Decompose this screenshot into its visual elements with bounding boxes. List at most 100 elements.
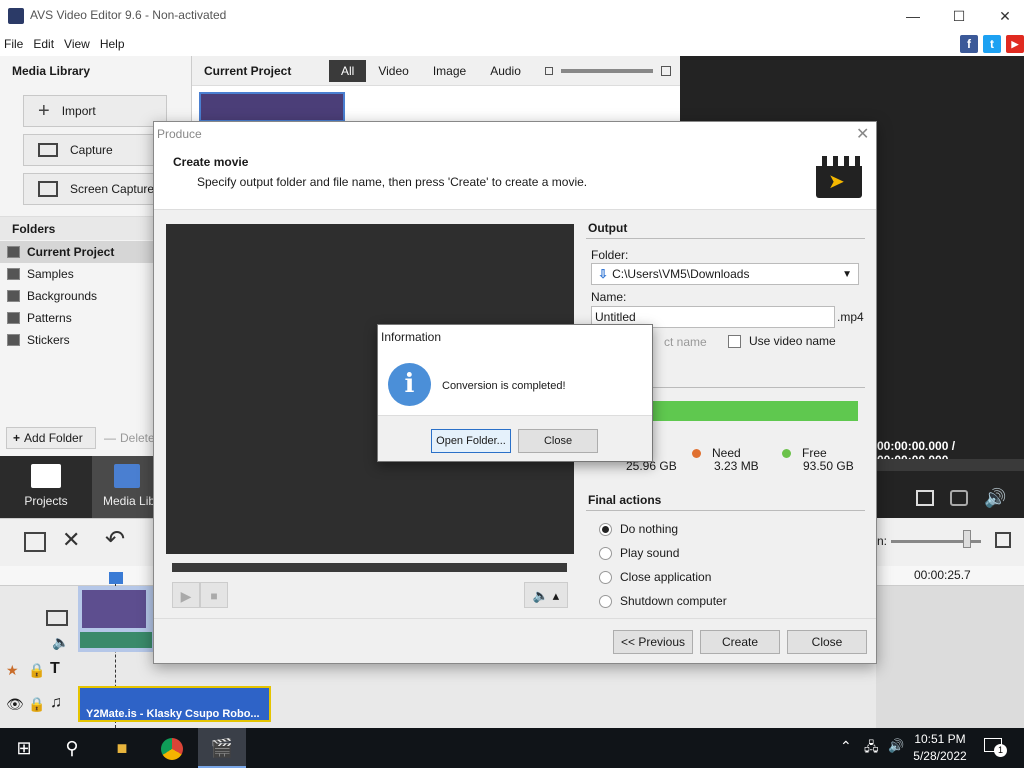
clock[interactable]: 10:51 PM 5/28/2022 <box>910 732 970 763</box>
chevron-up-icon[interactable]: ⌃ <box>840 738 852 755</box>
file-explorer-icon[interactable]: ■ <box>98 728 146 768</box>
delete-icon[interactable]: ✕ <box>62 527 80 553</box>
download-arrow-icon: ⇩ <box>598 267 609 281</box>
app-icon <box>8 8 24 24</box>
camera-icon <box>38 143 58 157</box>
clock-time: 10:51 PM <box>914 732 966 746</box>
screen-capture-button[interactable]: Screen Capture <box>23 173 167 205</box>
player-seek-bar[interactable] <box>877 459 1024 471</box>
minus-icon: — <box>104 431 116 445</box>
thumb-size-slider[interactable] <box>560 68 653 73</box>
volume-tray-icon[interactable]: 🔊 <box>888 738 904 754</box>
notification-badge: 1 <box>994 744 1007 757</box>
open-folder-button[interactable]: Open Folder... <box>431 429 511 453</box>
fit-timeline-icon[interactable] <box>995 532 1011 548</box>
audio-track-clip[interactable]: Y2Mate.is - Klasky Csupo Robo... <box>78 686 271 722</box>
menu-edit[interactable]: Edit <box>33 37 54 51</box>
name-label: Name: <box>591 290 627 304</box>
final-action-play-sound[interactable]: Play sound <box>599 546 679 560</box>
media-library-tab[interactable]: Media Libra <box>92 456 162 518</box>
text-track-icon: T <box>50 660 60 677</box>
zoom-slider-thumb[interactable] <box>963 530 971 548</box>
produce-close-icon[interactable]: ✕ <box>856 124 869 144</box>
media-library-title: Media Library <box>12 64 91 78</box>
network-icon[interactable]: 🖧 <box>864 738 879 760</box>
eye-icon[interactable]: 👁 <box>6 696 24 713</box>
information-dialog: Information i Conversion is completed! O… <box>377 324 653 462</box>
radio[interactable] <box>599 594 612 608</box>
produce-heading: Create movie <box>173 155 249 169</box>
menu-file[interactable]: File <box>4 37 23 51</box>
final-action-do-nothing[interactable]: Do nothing <box>599 522 678 536</box>
film-icon <box>114 464 140 488</box>
avs-video-editor-taskbar-icon[interactable]: 🎬 <box>198 728 246 768</box>
effects-icon[interactable]: ★ <box>6 662 19 679</box>
chevron-down-icon: ▼ <box>842 268 852 280</box>
video-thumbnail[interactable] <box>199 92 345 122</box>
facebook-icon[interactable]: f <box>960 35 978 53</box>
lock-icon[interactable]: 🔒 <box>28 696 45 713</box>
fullscreen-icon[interactable] <box>916 490 934 506</box>
undo-icon[interactable]: ↶ <box>105 525 125 554</box>
start-icon[interactable]: ⊞ <box>0 728 48 768</box>
delete-folder-button[interactable]: — Delete <box>100 427 155 449</box>
filter-tab-audio[interactable]: Audio <box>478 60 533 82</box>
capture-button[interactable]: Capture <box>23 134 167 166</box>
use-video-name-option[interactable]: Use video name <box>728 334 836 348</box>
youtube-icon[interactable]: ▶ <box>1006 35 1024 53</box>
play-icon[interactable]: ▶ <box>172 582 200 608</box>
final-action-shutdown[interactable]: Shutdown computer <box>599 594 727 608</box>
close-button[interactable]: Close <box>787 630 867 654</box>
projects-tab[interactable]: Projects <box>0 456 92 518</box>
playhead-handle[interactable] <box>109 572 123 584</box>
info-message: Conversion is completed! <box>442 380 566 392</box>
radio-checked[interactable] <box>599 522 612 536</box>
screen-icon <box>38 181 58 197</box>
free-value: 93.50 GB <box>803 459 854 473</box>
create-button[interactable]: Create <box>700 630 780 654</box>
zoom-bar: n: <box>877 518 1024 566</box>
taskbar: ⊞ ⚲ ■ 🎬 ⌃ 🖧 🔊 10:51 PM 5/28/2022 1 <box>0 728 1024 768</box>
project-name-option-label: ct name <box>664 335 707 349</box>
info-close-button[interactable]: Close <box>518 429 598 453</box>
folder-icon <box>7 246 20 258</box>
snapshot-icon[interactable] <box>950 490 968 506</box>
plus-icon: + <box>38 99 50 122</box>
final-actions-label: Final actions <box>588 493 662 507</box>
folder-icon <box>7 268 20 280</box>
menu-view[interactable]: View <box>64 37 90 51</box>
speaker-icon[interactable]: 🔈 <box>52 634 69 651</box>
volume-icon[interactable]: 🔊 <box>984 488 1006 509</box>
final-action-close-application[interactable]: Close application <box>599 570 711 584</box>
previous-button[interactable]: << Previous <box>613 630 693 654</box>
folder-select[interactable]: ⇩ C:\Users\VM5\Downloads ▼ <box>591 263 859 285</box>
filter-tab-image[interactable]: Image <box>421 60 478 82</box>
filter-tab-video[interactable]: Video <box>366 60 420 82</box>
folder-icon <box>7 334 20 346</box>
radio[interactable] <box>599 546 612 560</box>
film-strip-icon <box>46 610 68 626</box>
stop-icon[interactable]: ■ <box>200 582 228 608</box>
filter-tab-all[interactable]: All <box>329 59 367 82</box>
use-video-name-checkbox[interactable] <box>728 334 741 348</box>
small-thumb-icon[interactable] <box>544 66 553 75</box>
folder-label: Folder: <box>591 248 629 262</box>
chrome-icon[interactable] <box>148 728 196 768</box>
storyboard-icon[interactable] <box>24 532 46 552</box>
add-folder-button[interactable]: + Add Folder <box>6 427 96 449</box>
large-thumb-icon[interactable] <box>660 65 671 76</box>
radio[interactable] <box>599 570 612 584</box>
music-note-icon: ♫ <box>50 694 62 711</box>
preview-seek-bar[interactable] <box>172 563 567 572</box>
search-icon[interactable]: ⚲ <box>48 728 96 768</box>
maximize-button[interactable]: ☐ <box>936 0 982 32</box>
video-track-clip[interactable] <box>78 586 154 652</box>
information-title: Information <box>381 330 442 344</box>
close-window-button[interactable]: ✕ <box>982 0 1024 32</box>
import-button[interactable]: + Import <box>23 95 167 127</box>
minimize-button[interactable]: — <box>890 0 936 32</box>
preview-volume-icon[interactable]: 🔈 ▴ <box>524 582 568 608</box>
twitter-icon[interactable]: t <box>983 35 1001 53</box>
menu-help[interactable]: Help <box>100 37 125 51</box>
lock-icon[interactable]: 🔒 <box>28 662 45 679</box>
